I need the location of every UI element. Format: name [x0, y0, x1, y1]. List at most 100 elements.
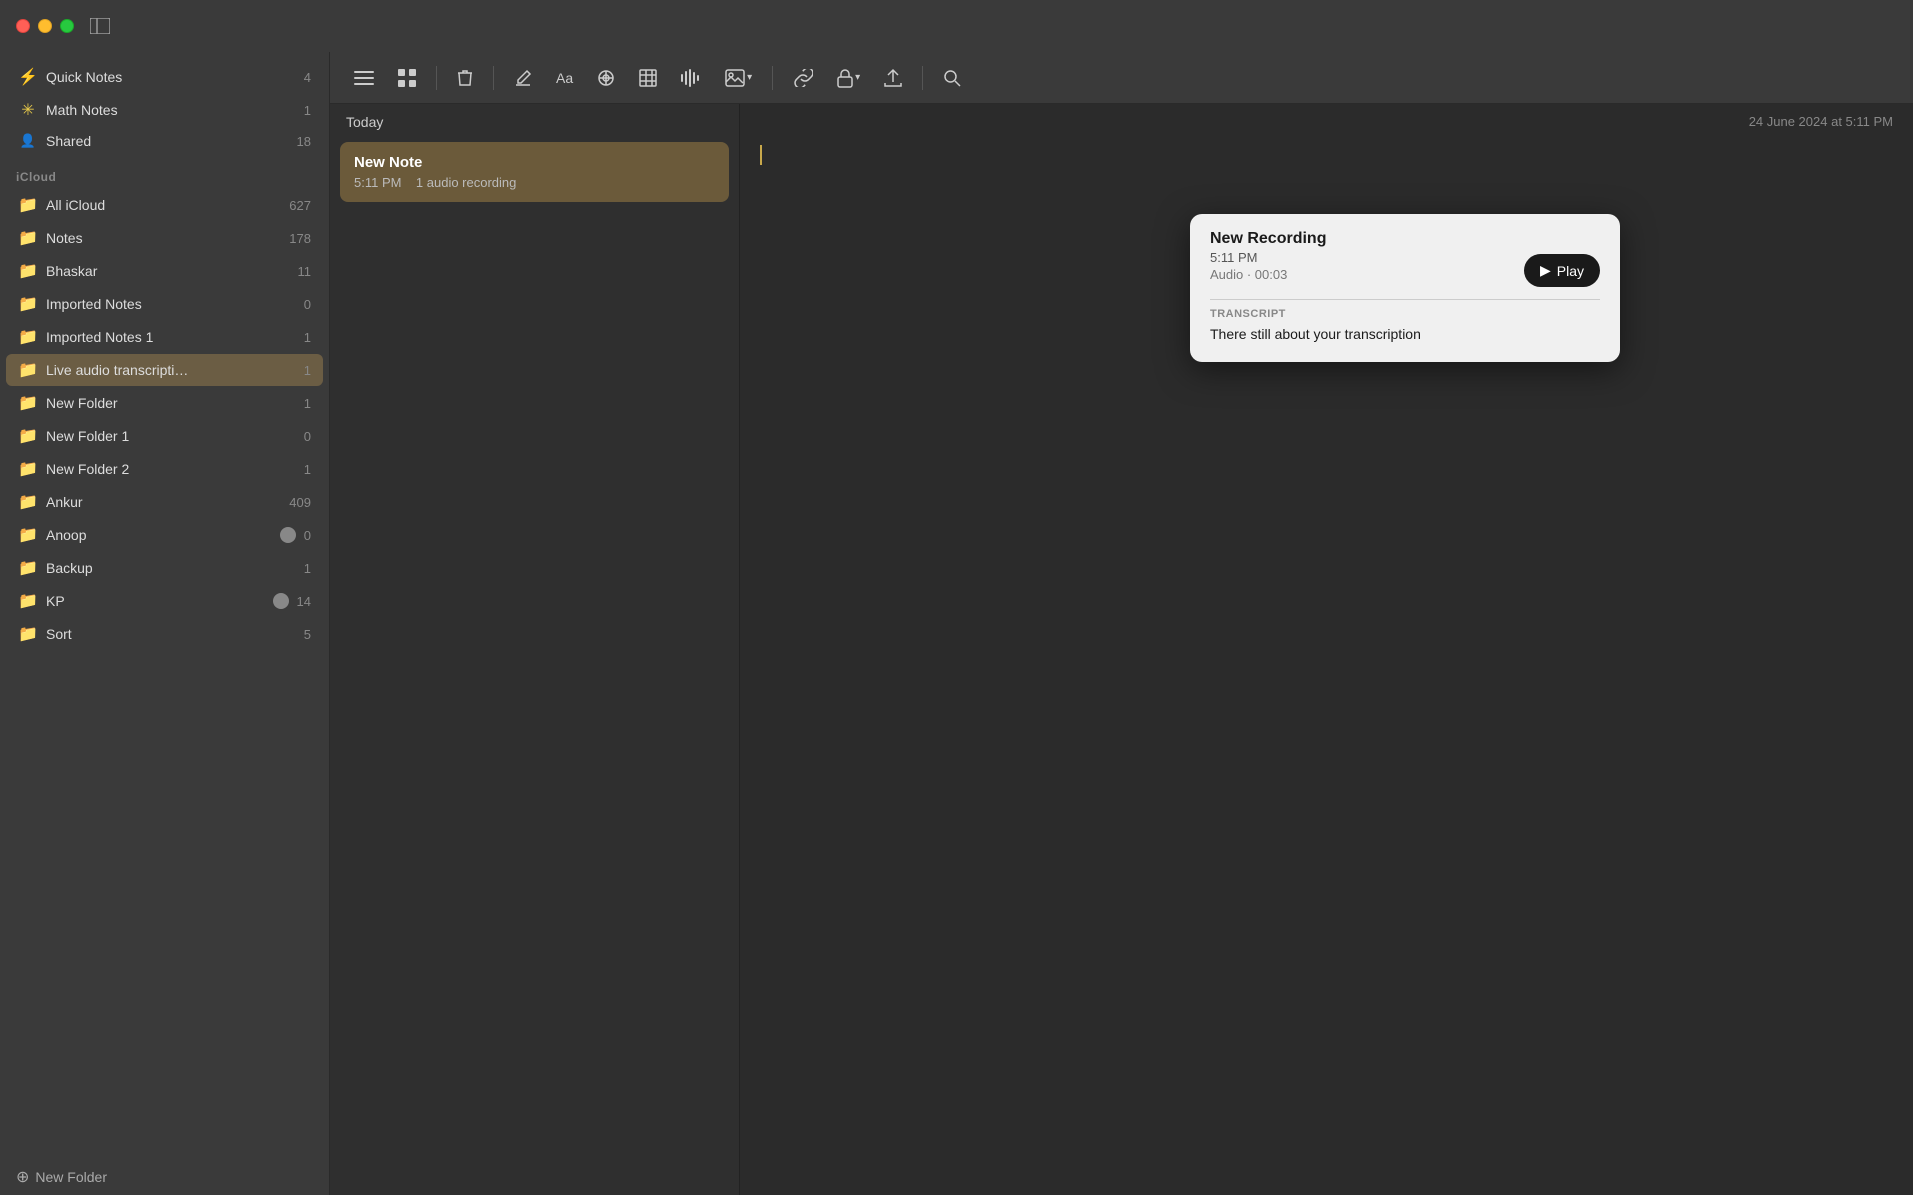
add-folder-label: New Folder	[35, 1169, 107, 1185]
sidebar-item-count: 0	[304, 297, 311, 312]
sidebar-item-label: Quick Notes	[46, 69, 300, 85]
sidebar-item-count: 11	[298, 264, 312, 279]
list-view-button[interactable]	[346, 64, 382, 92]
sidebar-item-quick-notes[interactable]: ⚡ Quick Notes 4	[6, 61, 323, 93]
note-list-date: Today	[346, 114, 383, 130]
sidebar-item-math-notes[interactable]: ✳ Math Notes 1	[6, 94, 323, 126]
sidebar-item-label: New Folder	[46, 395, 300, 411]
folder-icon: 📁	[18, 558, 38, 578]
sidebar-item-new-folder-1[interactable]: 📁 New Folder 1 0	[6, 420, 323, 452]
play-icon: ▶	[1540, 262, 1551, 279]
add-folder-icon: ⊕	[16, 1167, 29, 1187]
table-button[interactable]	[631, 63, 665, 93]
search-button[interactable]	[935, 63, 969, 93]
icloud-folder-list: 📁 All iCloud 627 📁 Notes 178 📁 Bhaskar 1…	[0, 188, 329, 651]
toolbar-separator	[772, 66, 773, 90]
window-controls	[0, 19, 74, 33]
sidebar-item-label: New Folder 1	[46, 428, 300, 444]
sidebar-item-label: Bhaskar	[46, 263, 294, 279]
two-pane: Today New Note 5:11 PM 1 audio recording…	[330, 104, 1913, 1195]
sidebar-item-imported-notes[interactable]: 📁 Imported Notes 0	[6, 288, 323, 320]
text-cursor	[760, 145, 762, 165]
note-meta: 5:11 PM 1 audio recording	[354, 175, 715, 190]
sidebar-item-count: 18	[297, 134, 311, 149]
sidebar-item-imported-notes-1[interactable]: 📁 Imported Notes 1 1	[6, 321, 323, 353]
sidebar-item-backup[interactable]: 📁 Backup 1	[6, 552, 323, 584]
sidebar-item-count: 4	[304, 70, 311, 85]
maximize-button[interactable]	[60, 19, 74, 33]
editor-cursor-area[interactable]	[740, 135, 1913, 180]
delete-button[interactable]	[449, 62, 481, 94]
avatar-icon	[280, 527, 296, 543]
play-button[interactable]: ▶ Play	[1524, 254, 1600, 287]
sidebar-item-count: 178	[289, 231, 311, 246]
editor-datetime: 24 June 2024 at 5:11 PM	[740, 104, 1913, 135]
lock-button[interactable]: ▾	[829, 62, 868, 94]
sidebar-item-count: 1	[304, 330, 311, 345]
sidebar-item-all-icloud[interactable]: 📁 All iCloud 627	[6, 189, 323, 221]
sidebar-item-label: Anoop	[46, 527, 280, 543]
folder-icon: 📁	[18, 294, 38, 314]
sidebar-item-label: KP	[46, 593, 273, 609]
sidebar-item-label: Live audio transcripti…	[46, 362, 300, 378]
folder-icon: 📁	[18, 492, 38, 512]
note-list-item[interactable]: New Note 5:11 PM 1 audio recording	[340, 142, 729, 202]
folder-icon: 📁	[18, 261, 38, 281]
sidebar-item-notes[interactable]: 📁 Notes 178	[6, 222, 323, 254]
sidebar-item-new-folder[interactable]: 📁 New Folder 1	[6, 387, 323, 419]
folder-icon: 📁	[18, 459, 38, 479]
sidebar-item-bhaskar[interactable]: 📁 Bhaskar 11	[6, 255, 323, 287]
folder-icon: 📁	[18, 624, 38, 644]
shared-icon: 👤	[18, 133, 38, 149]
sidebar-item-label: Backup	[46, 560, 300, 576]
note-time: 5:11 PM	[354, 175, 401, 190]
sidebar-item-shared[interactable]: 👤 Shared 18	[6, 127, 323, 155]
sidebar-item-new-folder-2[interactable]: 📁 New Folder 2 1	[6, 453, 323, 485]
transcript-text: There still about your transcription	[1210, 326, 1600, 342]
sidebar-item-label: Imported Notes	[46, 296, 300, 312]
link-button[interactable]	[785, 63, 821, 93]
toolbar-separator	[922, 66, 923, 90]
sidebar-item-sort[interactable]: 📁 Sort 5	[6, 618, 323, 650]
recording-popup: New Recording 5:11 PM Audio · 00:03 ▶ Pl…	[1190, 214, 1620, 362]
note-editor-pane: 24 June 2024 at 5:11 PM New Recording 5:…	[740, 104, 1913, 1195]
media-button[interactable]: ▾	[717, 63, 760, 93]
font-button[interactable]: Aa	[548, 64, 581, 92]
audio-button[interactable]	[673, 63, 709, 93]
sidebar-toggle-button[interactable]	[90, 18, 110, 34]
avatar-icon	[273, 593, 289, 609]
main-area: ⚡ Quick Notes 4 ✳ Math Notes 1 👤 Shared …	[0, 52, 1913, 1195]
sidebar-item-count: 409	[289, 495, 311, 510]
sidebar-item-count: 5	[304, 627, 311, 642]
export-button[interactable]	[876, 62, 910, 94]
add-folder-button[interactable]: ⊕ New Folder	[0, 1159, 329, 1195]
sidebar-item-count: 627	[289, 198, 311, 213]
compose-button[interactable]	[506, 63, 540, 93]
transcript-divider	[1210, 299, 1600, 300]
grid-view-button[interactable]	[390, 63, 424, 93]
sidebar-item-label: Sort	[46, 626, 300, 642]
minimize-button[interactable]	[38, 19, 52, 33]
folder-icon: 📁	[18, 195, 38, 215]
transcript-label: TRANSCRIPT	[1210, 308, 1600, 320]
note-list-pane: Today New Note 5:11 PM 1 audio recording	[330, 104, 740, 1195]
sidebar-item-label: Math Notes	[46, 102, 300, 118]
close-button[interactable]	[16, 19, 30, 33]
math-notes-icon: ✳	[18, 100, 38, 120]
folder-icon: 📁	[18, 327, 38, 347]
sidebar-item-count: 0	[304, 528, 311, 543]
folder-icon: 📁	[18, 591, 38, 611]
folder-icon: 📁	[18, 360, 38, 380]
sidebar-item-live-audio[interactable]: 📁 Live audio transcripti… 1	[6, 354, 323, 386]
sidebar-item-kp[interactable]: 📁 KP 14	[6, 585, 323, 617]
sidebar-item-count: 1	[304, 103, 311, 118]
sidebar-item-label: New Folder 2	[46, 461, 300, 477]
sidebar-item-count: 1	[304, 363, 311, 378]
folder-icon: 📁	[18, 426, 38, 446]
group-button[interactable]	[589, 63, 623, 93]
sidebar-item-anoop[interactable]: 📁 Anoop 0	[6, 519, 323, 551]
recording-title: New Recording	[1210, 230, 1600, 248]
folder-icon: 📁	[18, 525, 38, 545]
sidebar-item-label: All iCloud	[46, 197, 285, 213]
sidebar-item-ankur[interactable]: 📁 Ankur 409	[6, 486, 323, 518]
